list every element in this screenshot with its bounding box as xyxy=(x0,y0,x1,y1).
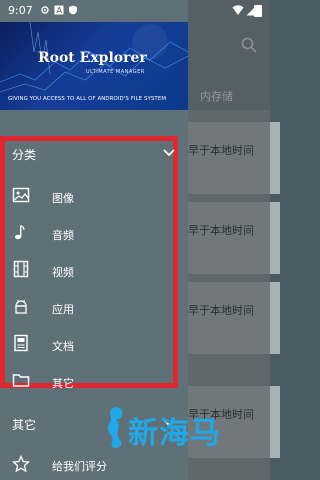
seahorse-logo-icon xyxy=(108,407,123,448)
sidebar-item-label: 音频 xyxy=(52,229,74,242)
drawer-header-banner: Root Explorer ULTIMATE MANAGER GIVING YO… xyxy=(0,22,188,110)
app-logo-subtitle: ULTIMATE MANAGER xyxy=(86,69,145,75)
folder-icon xyxy=(12,374,30,387)
chevron-up-icon[interactable] xyxy=(162,148,176,158)
sidebar-item-documents[interactable]: 文档 xyxy=(0,330,170,360)
battery-icon xyxy=(254,5,262,17)
wifi-icon xyxy=(232,5,244,15)
sidebar-item-images[interactable]: 图像 xyxy=(0,182,170,212)
android-app-icon xyxy=(15,299,27,314)
sidebar-item-label: 其它 xyxy=(52,377,74,390)
watermark: 新海马 xyxy=(98,402,220,452)
sidebar-item-apps[interactable]: 应用 xyxy=(0,293,170,323)
status-bar: 9:07 A xyxy=(0,0,270,22)
sidebar-item-label: 应用 xyxy=(52,303,74,316)
sidebar-item-label: 视频 xyxy=(52,266,74,279)
notification-a-icon: A xyxy=(54,5,64,15)
music-note-icon xyxy=(15,224,25,240)
document-icon xyxy=(14,334,28,352)
other-section-title[interactable]: 其它 xyxy=(12,416,36,433)
watermark-text: 新海马 xyxy=(128,416,221,451)
settings-notification-icon xyxy=(41,6,49,14)
sidebar-item-label: 文档 xyxy=(52,340,74,353)
shield-icon xyxy=(69,5,77,15)
sidebar-item-other-files[interactable]: 其它 xyxy=(0,367,170,397)
app-logo: Root Explorer xyxy=(38,50,147,66)
film-icon xyxy=(13,260,29,278)
sidebar-item-label: 给我们评分 xyxy=(52,460,107,473)
status-time: 9:07 xyxy=(8,4,33,17)
svg-text:A: A xyxy=(57,6,63,15)
star-icon xyxy=(12,455,30,473)
sidebar-item-video[interactable]: 视频 xyxy=(0,256,170,286)
sidebar-item-audio[interactable]: 音频 xyxy=(0,219,170,249)
categories-section-title[interactable]: 分类 xyxy=(12,146,36,163)
header-tagline: GIVING YOU ACCESS TO ALL OF ANDROID'S FI… xyxy=(8,96,167,102)
image-icon xyxy=(12,187,30,203)
sidebar-item-rate-us[interactable]: 给我们评分 xyxy=(0,450,188,478)
sidebar-item-label: 图像 xyxy=(52,192,74,205)
